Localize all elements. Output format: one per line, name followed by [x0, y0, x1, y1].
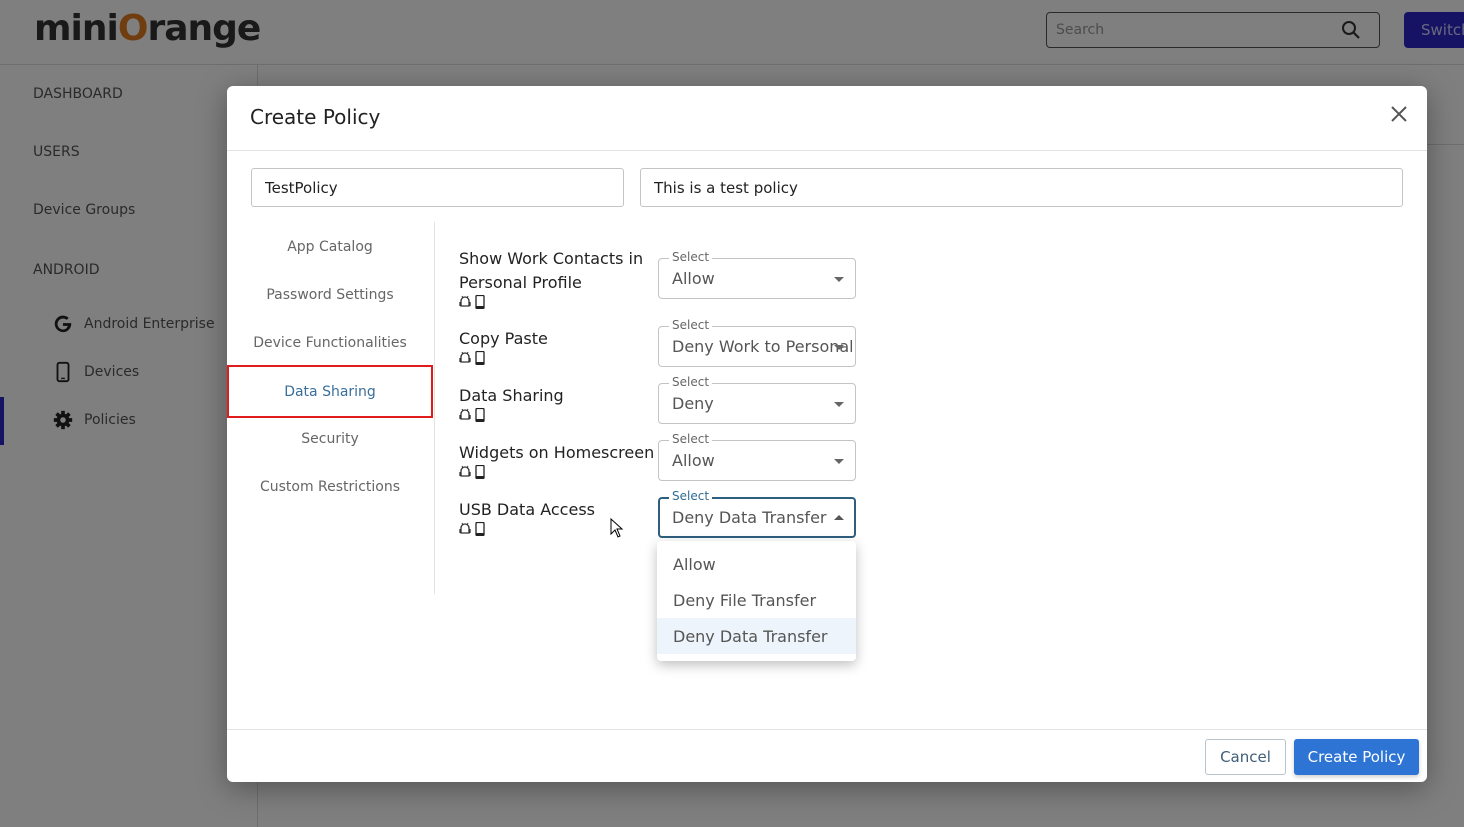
chevron-down-icon: [834, 402, 844, 407]
chevron-down-icon: [834, 345, 844, 350]
android-icon: [459, 295, 471, 307]
select-label: Select: [669, 432, 713, 446]
select-label: Select: [669, 250, 713, 264]
chevron-down-icon: [834, 277, 844, 282]
tab-custom-restrictions[interactable]: Custom Restrictions: [227, 462, 433, 512]
work-contacts-select[interactable]: Select Allow: [658, 250, 856, 299]
create-policy-modal: Create Policy App Catalog Password Setti…: [227, 86, 1427, 782]
modal-title: Create Policy: [250, 105, 381, 129]
chevron-up-icon: [834, 515, 844, 520]
policy-description-input[interactable]: [640, 168, 1403, 207]
platform-icons: [459, 295, 486, 309]
modal-footer: Cancel Create Policy: [227, 729, 1427, 782]
android-icon: [459, 522, 471, 534]
select-value: Deny Work to Personal: [672, 337, 852, 356]
phone-icon: [475, 408, 485, 422]
close-icon[interactable]: [1389, 104, 1409, 124]
setting-label-copy-paste: Copy Paste: [459, 329, 548, 348]
tab-device-functionalities[interactable]: Device Functionalities: [227, 318, 433, 368]
select-value: Allow: [672, 269, 715, 288]
phone-icon: [475, 522, 485, 536]
mouse-cursor-icon: [610, 518, 624, 538]
setting-label-data-sharing: Data Sharing: [459, 386, 564, 405]
platform-icons: [459, 465, 486, 479]
chevron-down-icon: [834, 459, 844, 464]
select-value: Deny Data Transfer: [672, 508, 827, 527]
android-icon: [459, 351, 471, 363]
platform-icons: [459, 522, 486, 536]
dropdown-option-allow[interactable]: Allow: [657, 546, 856, 582]
tab-data-sharing[interactable]: Data Sharing: [227, 365, 433, 418]
dropdown-option-deny-file-transfer[interactable]: Deny File Transfer: [657, 582, 856, 618]
data-sharing-select[interactable]: Select Deny: [658, 375, 856, 424]
phone-icon: [475, 295, 485, 309]
modal-header: Create Policy: [227, 86, 1427, 151]
copy-paste-select[interactable]: Select Deny Work to Personal: [658, 318, 856, 367]
select-label: Select: [669, 318, 713, 332]
setting-label-work-contacts: Show Work Contacts in Personal Profile: [459, 249, 644, 292]
usb-dropdown-menu: Allow Deny File Transfer Deny Data Trans…: [657, 541, 856, 661]
select-value: Allow: [672, 451, 715, 470]
phone-icon: [475, 351, 485, 365]
cancel-button[interactable]: Cancel: [1205, 739, 1286, 775]
phone-icon: [475, 465, 485, 479]
platform-icons: [459, 408, 486, 422]
select-label: Select: [669, 489, 713, 503]
android-icon: [459, 408, 471, 420]
android-icon: [459, 465, 471, 477]
select-value: Deny: [672, 394, 714, 413]
select-label: Select: [669, 375, 713, 389]
setting-label-usb-data-access: USB Data Access: [459, 500, 595, 519]
create-policy-button[interactable]: Create Policy: [1294, 739, 1419, 775]
policy-name-input[interactable]: [251, 168, 624, 207]
policy-tabs: App Catalog Password Settings Device Fun…: [227, 222, 435, 594]
setting-label-widgets: Widgets on Homescreen: [459, 443, 655, 462]
dropdown-option-deny-data-transfer[interactable]: Deny Data Transfer: [657, 618, 856, 654]
widgets-select[interactable]: Select Allow: [658, 432, 856, 481]
tab-password-settings[interactable]: Password Settings: [227, 270, 433, 320]
tab-security[interactable]: Security: [227, 414, 433, 464]
tab-app-catalog[interactable]: App Catalog: [227, 222, 433, 272]
usb-data-access-select[interactable]: Select Deny Data Transfer: [658, 489, 856, 538]
platform-icons: [459, 351, 486, 365]
